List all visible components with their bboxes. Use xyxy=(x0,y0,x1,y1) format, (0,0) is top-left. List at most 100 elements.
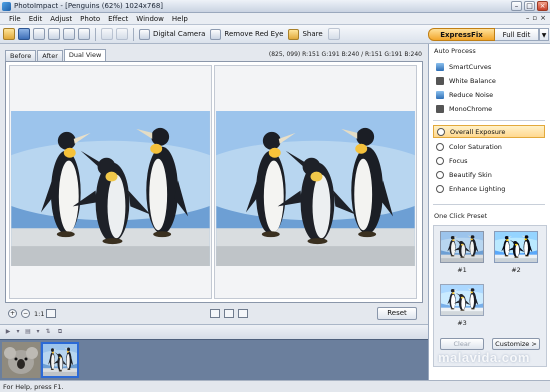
chevron-down-icon[interactable]: ▼ xyxy=(539,28,549,41)
camera-roll-icon[interactable] xyxy=(78,28,90,40)
preset-label-1: #1 xyxy=(457,266,467,274)
customize-button[interactable]: Customize > xyxy=(492,338,540,350)
auto-white-balance[interactable]: White Balance xyxy=(433,74,545,87)
menu-effect[interactable]: Effect xyxy=(108,15,128,23)
doc-minimize-button[interactable]: – xyxy=(526,14,530,22)
exposure-icon xyxy=(437,127,445,136)
after-photo xyxy=(216,111,415,266)
toolbar-divider xyxy=(133,27,134,41)
adjust-focus[interactable]: Focus xyxy=(433,154,545,167)
menu-help[interactable]: Help xyxy=(172,15,188,23)
adjust-item-label: Overall Exposure xyxy=(450,127,506,136)
auto-reduce-noise[interactable]: Reduce Noise xyxy=(433,88,545,101)
adjust-item-label: Focus xyxy=(449,156,468,165)
preset-gallery: #1 #2 #3 Clear Customize > xyxy=(433,225,547,367)
play-icon[interactable]: ▶ xyxy=(4,328,12,336)
preset-thumb-1[interactable] xyxy=(440,231,484,263)
reduce-noise-icon xyxy=(436,90,444,99)
auto-smartcurves[interactable]: SmartCurves xyxy=(433,60,545,73)
white-balance-icon xyxy=(436,76,444,85)
dual-view-frame xyxy=(5,61,423,303)
share-dropdown-icon[interactable] xyxy=(327,28,340,40)
view-toolbar: + − 1:1 Reset xyxy=(0,307,428,322)
fullscreen-icon[interactable] xyxy=(238,309,248,318)
sort-icon[interactable]: ⇅ xyxy=(44,328,52,336)
digital-camera-button[interactable]: Digital Camera xyxy=(139,28,207,40)
menu-edit[interactable]: Edit xyxy=(29,15,43,23)
adjust-overall-exposure[interactable]: Overall Exposure xyxy=(433,125,545,138)
close-button[interactable]: × xyxy=(537,1,548,11)
menu-file[interactable]: File xyxy=(9,15,21,23)
preset-thumb-2[interactable] xyxy=(494,231,538,263)
tab-full-edit[interactable]: Full Edit xyxy=(495,28,539,41)
auto-item-label: SmartCurves xyxy=(449,62,492,71)
status-text: For Help, press F1. xyxy=(3,383,64,391)
status-bar: For Help, press F1. xyxy=(0,380,550,392)
menu-photo[interactable]: Photo xyxy=(80,15,100,23)
print-icon[interactable] xyxy=(33,28,45,40)
save-icon[interactable] xyxy=(18,28,30,40)
doc-restore-button[interactable]: ▫ xyxy=(532,14,537,22)
crop-icon[interactable] xyxy=(210,309,220,318)
toolbar-divider xyxy=(95,27,96,41)
tab-expressfix[interactable]: ExpressFix xyxy=(428,28,495,41)
window-title: PhotoImpact - [Penguins (62%) 1024x768] xyxy=(14,2,164,10)
link-icon[interactable]: ⧉ xyxy=(56,328,64,336)
adjust-item-label: Color Saturation xyxy=(449,142,502,151)
doc-close-button[interactable]: × xyxy=(540,14,546,22)
saturation-icon xyxy=(436,142,444,151)
title-bar: PhotoImpact - [Penguins (62%) 1024x768] … xyxy=(0,0,550,13)
zoom-in-icon[interactable]: + xyxy=(8,309,17,318)
chevron-down-icon[interactable]: ▾ xyxy=(34,328,42,336)
tab-after[interactable]: After xyxy=(37,50,63,61)
digital-camera-label: Digital Camera xyxy=(153,30,206,38)
panel-divider xyxy=(433,204,545,205)
preset-label-2: #2 xyxy=(511,266,521,274)
skin-icon xyxy=(436,170,444,179)
before-photo xyxy=(11,111,210,266)
adjust-beautify-skin[interactable]: Beautify Skin xyxy=(433,168,545,181)
list-icon[interactable]: ▤ xyxy=(24,328,32,336)
after-pane[interactable] xyxy=(214,65,417,299)
menu-window[interactable]: Window xyxy=(136,15,164,23)
split-view-icon[interactable] xyxy=(224,309,234,318)
auto-item-label: White Balance xyxy=(449,76,496,85)
monochrome-icon xyxy=(436,104,444,113)
share-button[interactable]: Share xyxy=(288,28,324,40)
watermark: malavida.com xyxy=(438,350,530,365)
preset-thumb-3[interactable] xyxy=(440,284,484,316)
menu-adjust[interactable]: Adjust xyxy=(50,15,72,23)
minimize-button[interactable]: – xyxy=(511,1,522,11)
maximize-button[interactable]: □ xyxy=(524,1,535,11)
web-icon[interactable] xyxy=(63,28,75,40)
filmstrip-toolbar: ▶ ▾ ▤ ▾ ⇅ ⧉ xyxy=(0,324,428,339)
actual-size-button[interactable]: 1:1 xyxy=(34,310,44,318)
open-folder-icon[interactable] xyxy=(3,28,15,40)
remove-red-eye-label: Remove Red Eye xyxy=(224,30,284,38)
menu-bar: File Edit Adjust Photo Effect Window Hel… xyxy=(0,13,550,25)
adjust-color-saturation[interactable]: Color Saturation xyxy=(433,140,545,153)
before-pane[interactable] xyxy=(9,65,212,299)
eye-icon xyxy=(210,28,222,40)
fit-window-icon[interactable] xyxy=(46,309,56,318)
share-icon xyxy=(288,28,300,40)
clear-button[interactable]: Clear xyxy=(440,338,484,350)
reset-button[interactable]: Reset xyxy=(377,307,417,320)
auto-monochrome[interactable]: MonoChrome xyxy=(433,102,545,115)
focus-icon xyxy=(436,156,444,165)
tab-before[interactable]: Before xyxy=(5,50,37,61)
scan-icon[interactable] xyxy=(48,28,60,40)
zoom-out-icon[interactable]: − xyxy=(21,309,30,318)
remove-red-eye-button[interactable]: Remove Red Eye xyxy=(210,28,285,40)
redo-icon[interactable] xyxy=(116,28,128,40)
filmstrip xyxy=(0,339,428,380)
film-thumb-penguins[interactable] xyxy=(41,342,79,378)
film-thumb-koala[interactable] xyxy=(2,342,40,378)
adjust-enhance-lighting[interactable]: Enhance Lighting xyxy=(433,182,545,195)
chevron-down-icon[interactable]: ▾ xyxy=(14,328,22,336)
tab-dual-view[interactable]: Dual View xyxy=(63,49,107,61)
main-toolbar: Digital Camera Remove Red Eye Share xyxy=(0,25,428,44)
app-icon xyxy=(2,2,11,11)
undo-icon[interactable] xyxy=(101,28,113,40)
lighting-icon xyxy=(436,184,444,193)
